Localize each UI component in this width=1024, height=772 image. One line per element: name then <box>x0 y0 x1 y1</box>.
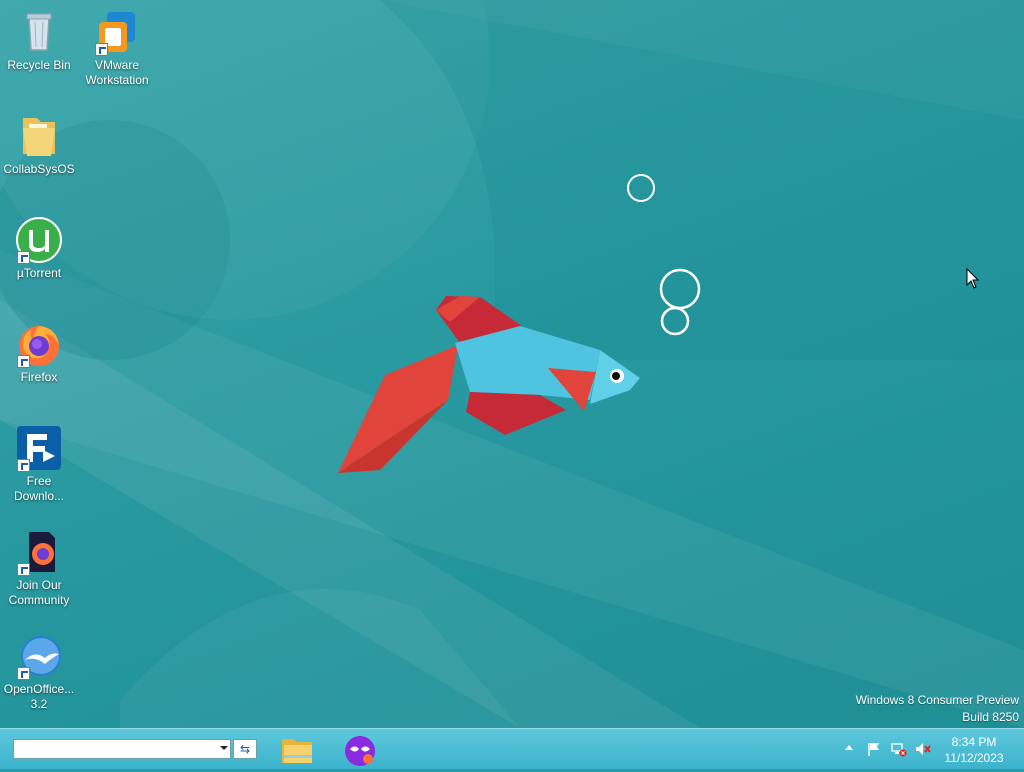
desktop-icon-free-download-manager[interactable]: Free Downlo... <box>1 424 77 504</box>
watermark-build: Build 8250 <box>962 710 1019 724</box>
desktop-icon-label: VMware Workstation <box>85 58 149 87</box>
desktop-icon-label: Firefox <box>20 370 58 384</box>
taskbar-clock[interactable]: 8:34 PM 11/12/2023 <box>938 734 1010 766</box>
shortcut-arrow-icon <box>17 355 30 368</box>
desktop-icon-join-our-community[interactable]: Join Our Community <box>1 528 77 608</box>
build-watermark: Windows 8 Consumer Preview Build 8250 <box>856 692 1019 726</box>
recycle-bin-icon <box>15 8 63 56</box>
desktop-icon-label: µTorrent <box>16 266 62 280</box>
taskbar-file-explorer-button[interactable] <box>276 733 320 767</box>
desktop-icon-label: Free Downlo... <box>14 474 65 503</box>
taskbar: ⇆ 8:34 PM 11/12/2023 <box>0 728 1024 769</box>
address-go-button[interactable]: ⇆ <box>233 739 257 759</box>
file-explorer-icon <box>282 739 312 763</box>
shortcut-arrow-icon <box>17 459 30 472</box>
folder-icon <box>15 112 63 160</box>
private-browsing-icon <box>345 736 375 766</box>
clock-date: 11/12/2023 <box>944 751 1004 765</box>
desktop-icon-label: Recycle Bin <box>7 58 71 72</box>
desktop-icon-vmware-workstation[interactable]: VMware Workstation <box>79 8 155 88</box>
shortcut-arrow-icon <box>17 563 30 576</box>
action-center-flag-icon[interactable] <box>866 741 882 757</box>
wallpaper <box>0 0 1024 728</box>
desktop[interactable]: Recycle Bin VMware Workstation CollabSys… <box>0 0 1024 728</box>
desktop-icon-collabsysos[interactable]: CollabSysOS <box>1 112 77 177</box>
firefox-private-icon <box>15 528 63 576</box>
utorrent-icon <box>15 216 63 264</box>
shortcut-arrow-icon <box>17 251 30 264</box>
taskbar-private-browsing-button[interactable] <box>338 733 382 767</box>
clock-time: 8:34 PM <box>951 735 997 749</box>
desktop-icon-label: Join Our Community <box>8 578 70 607</box>
free-download-manager-icon <box>15 424 63 472</box>
desktop-icon-label: OpenOffice... 3.2 <box>3 682 75 711</box>
desktop-icon-openoffice[interactable]: OpenOffice... 3.2 <box>1 632 77 712</box>
desktop-icon-firefox[interactable]: Firefox <box>1 320 77 385</box>
vmware-icon <box>93 8 141 56</box>
show-hidden-icons-button[interactable] <box>845 745 853 750</box>
openoffice-icon <box>15 632 63 680</box>
shortcut-arrow-icon <box>95 43 108 56</box>
desktop-icon-recycle-bin[interactable]: Recycle Bin <box>1 8 77 73</box>
address-toolbar-input[interactable] <box>13 739 231 759</box>
desktop-icon-label: CollabSysOS <box>3 162 75 176</box>
volume-muted-icon[interactable] <box>915 741 931 757</box>
network-disconnected-icon[interactable] <box>891 741 907 757</box>
watermark-edition: Windows 8 Consumer Preview <box>855 693 1019 707</box>
mouse-cursor-icon <box>966 268 980 289</box>
desktop-icon-utorrent[interactable]: µTorrent <box>1 216 77 281</box>
shortcut-arrow-icon <box>17 667 30 680</box>
firefox-icon <box>15 320 63 368</box>
